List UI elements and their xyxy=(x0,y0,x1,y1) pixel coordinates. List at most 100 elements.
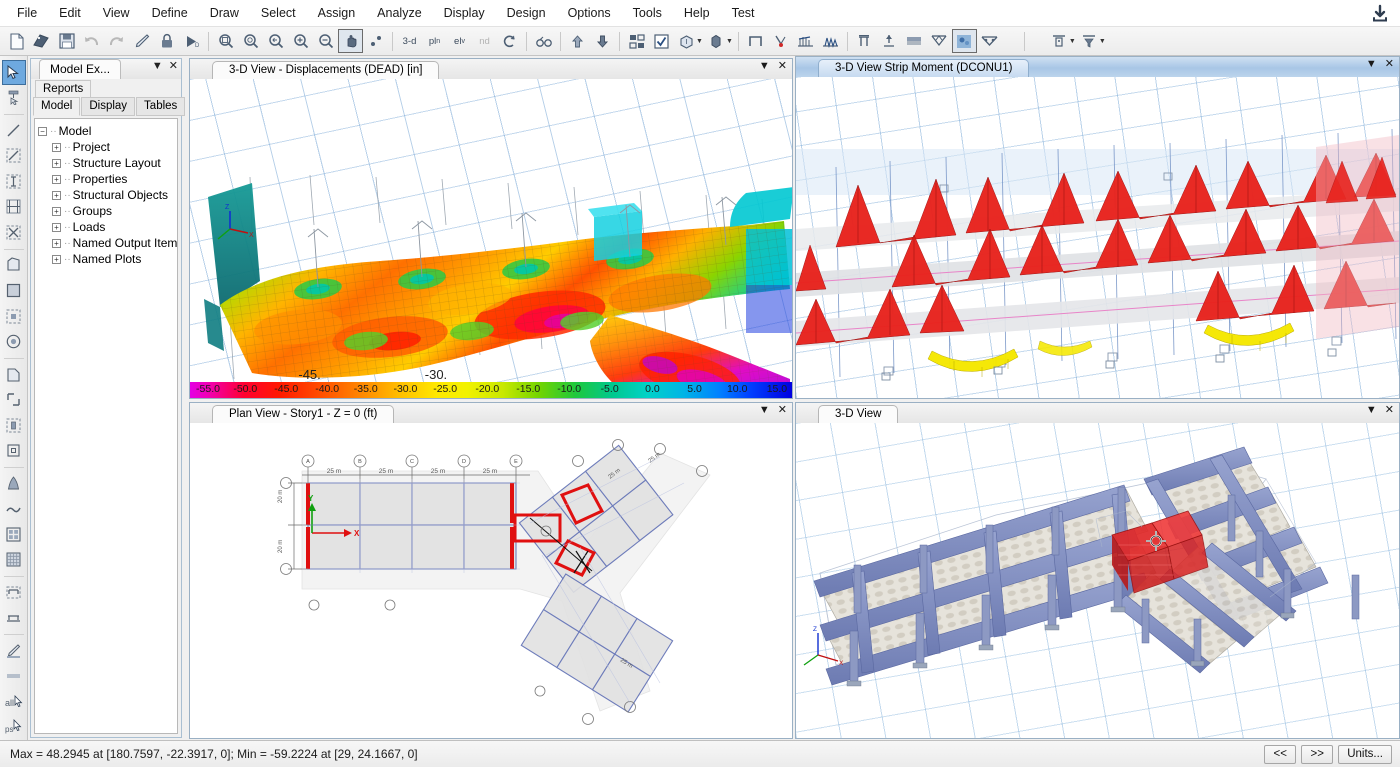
menu-item-tools[interactable]: Tools xyxy=(622,2,673,24)
download-icon[interactable] xyxy=(1370,4,1390,24)
select-by-story-icon[interactable] xyxy=(2,195,26,220)
draw-poly-area-icon[interactable] xyxy=(2,253,26,278)
display-options-dropdown-icon[interactable]: ▼ xyxy=(726,38,733,45)
zoom-previous-icon[interactable] xyxy=(263,29,288,53)
move-up-story-icon[interactable] xyxy=(565,29,590,53)
draw-line-icon[interactable] xyxy=(2,118,26,143)
deselect-all-icon[interactable] xyxy=(2,220,26,245)
menu-item-define[interactable]: Define xyxy=(141,2,199,24)
expand-icon[interactable]: + xyxy=(52,239,61,248)
menu-item-analyze[interactable]: Analyze xyxy=(366,2,432,24)
assign-load-icon[interactable] xyxy=(768,29,793,53)
chevron-down-icon[interactable]: ▼ xyxy=(759,61,770,72)
expand-icon[interactable]: + xyxy=(52,143,61,152)
new-file-icon[interactable] xyxy=(4,29,29,53)
pointer-select-icon[interactable] xyxy=(2,60,26,85)
tree-node-loads[interactable]: +·· Loads xyxy=(38,219,174,235)
menu-item-draw[interactable]: Draw xyxy=(199,2,250,24)
close-icon[interactable]: ✕ xyxy=(1385,59,1394,70)
assign-point-restraint-icon[interactable] xyxy=(2,438,26,463)
assign-beam-icon[interactable] xyxy=(2,606,26,631)
expand-icon[interactable]: + xyxy=(52,223,61,232)
tree-node-model[interactable]: −·· Model xyxy=(38,123,174,139)
view-panel-displacements[interactable]: 3-D View - Displacements (DEAD) [in] ▼ ✕ xyxy=(189,58,793,399)
model-explorer-tab[interactable]: Model Ex... xyxy=(39,59,121,79)
menu-item-design[interactable]: Design xyxy=(496,2,557,24)
chevron-down-icon[interactable]: ▼ xyxy=(1366,405,1377,416)
tree-node-project[interactable]: +·· Project xyxy=(38,139,174,155)
dimension-line-icon[interactable] xyxy=(2,664,26,689)
expand-icon[interactable]: + xyxy=(52,255,61,264)
menu-item-assign[interactable]: Assign xyxy=(307,2,367,24)
lock-icon[interactable] xyxy=(154,29,179,53)
draw-circle-area-icon[interactable] xyxy=(2,329,26,354)
assign-strip-icon[interactable] xyxy=(2,580,26,605)
tree-node-groups[interactable]: +·· Groups xyxy=(38,203,174,219)
select-all-icon[interactable] xyxy=(624,29,649,53)
select-intersecting-icon[interactable] xyxy=(2,169,26,194)
tab-display[interactable]: Display xyxy=(81,97,135,116)
menu-item-help[interactable]: Help xyxy=(673,2,721,24)
menu-item-test[interactable]: Test xyxy=(721,2,766,24)
view-panel-strip-moment[interactable]: 3-D View Strip Moment (DCONU1) ▼ ✕ xyxy=(795,56,1400,399)
show-deformed-icon[interactable] xyxy=(793,29,818,53)
menu-item-options[interactable]: Options xyxy=(557,2,622,24)
show-strip-forces-icon[interactable] xyxy=(902,29,927,53)
tab-model[interactable]: Model xyxy=(33,97,80,116)
strip-moment-view-tab[interactable]: 3-D View Strip Moment (DCONU1) xyxy=(818,59,1029,77)
menu-item-select[interactable]: Select xyxy=(250,2,307,24)
draw-opening-icon[interactable] xyxy=(2,362,26,387)
next-button[interactable]: >> xyxy=(1301,745,1333,764)
tree-node-named-output-items[interactable]: +·· Named Output Items xyxy=(38,235,174,251)
filter-dropdown-icon[interactable]: ▼ xyxy=(1099,38,1106,45)
expand-icon[interactable]: + xyxy=(52,207,61,216)
menu-item-display[interactable]: Display xyxy=(433,2,496,24)
show-joint-react-icon[interactable] xyxy=(877,29,902,53)
draw-reshape-icon[interactable] xyxy=(2,86,26,111)
chevron-down-icon[interactable]: ▼ xyxy=(1366,59,1377,70)
perspective-icon[interactable] xyxy=(531,29,556,53)
draw-rect-area-icon[interactable] xyxy=(2,278,26,303)
close-icon[interactable]: ✕ xyxy=(778,405,787,416)
units-button[interactable]: Units... xyxy=(1338,745,1392,764)
show-mesh-icon[interactable] xyxy=(2,548,26,573)
assign-restraint-icon[interactable] xyxy=(743,29,768,53)
explorer-reports-tab[interactable]: Reports xyxy=(35,80,91,98)
draw-point-object-icon[interactable] xyxy=(2,304,26,329)
open-file-icon[interactable] xyxy=(29,29,54,53)
tab-tables[interactable]: Tables xyxy=(136,97,185,116)
contour-display-icon[interactable] xyxy=(952,29,977,53)
chevron-down-icon[interactable]: ▼ xyxy=(152,61,163,72)
zoom-out-icon[interactable] xyxy=(313,29,338,53)
quick-draw-area-icon[interactable] xyxy=(2,387,26,412)
plan-view-tab[interactable]: Plan View - Story1 - Z = 0 (ft) xyxy=(212,405,394,423)
displacement-legend[interactable]: -55.0 -50.0 -45.0 -40.0 -35.0 -30.0 -25.… xyxy=(190,382,792,398)
zoom-all-icon[interactable] xyxy=(238,29,263,53)
zoom-in-icon[interactable] xyxy=(288,29,313,53)
undo-icon[interactable] xyxy=(79,29,104,53)
menu-item-file[interactable]: File xyxy=(6,2,48,24)
draw-column-icon[interactable] xyxy=(2,413,26,438)
tree-node-structure-layout[interactable]: +·· Structure Layout xyxy=(38,155,174,171)
close-icon[interactable]: ✕ xyxy=(778,61,787,72)
assign-spring-icon[interactable] xyxy=(2,471,26,496)
strip-moment-canvas[interactable] xyxy=(796,77,1399,398)
tree-node-named-plots[interactable]: +·· Named Plots xyxy=(38,251,174,267)
tree-node-structural-objects[interactable]: +·· Structural Objects xyxy=(38,187,174,203)
menu-item-view[interactable]: View xyxy=(92,2,141,24)
rotate-view-icon[interactable] xyxy=(497,29,522,53)
edit-dimension-icon[interactable] xyxy=(2,638,26,663)
chevron-down-icon[interactable]: ▼ xyxy=(759,405,770,416)
view-panel-3d[interactable]: 3-D View ▼ ✕ xyxy=(795,402,1400,739)
run-analysis-icon[interactable]: D xyxy=(179,29,204,53)
model-tree[interactable]: −·· Model +·· Project +·· Structure Layo… xyxy=(34,118,178,734)
expand-icon[interactable]: + xyxy=(52,175,61,184)
save-icon[interactable] xyxy=(54,29,79,53)
select-by-line-icon[interactable] xyxy=(2,144,26,169)
pan-icon[interactable] xyxy=(338,29,363,53)
plan-canvas[interactable]: A B C D E 25 m25 m 25 m25 m 20 m xyxy=(190,423,792,738)
tree-node-properties[interactable]: +·· Properties xyxy=(38,171,174,187)
section-cut-icon[interactable] xyxy=(977,29,1002,53)
collapse-icon[interactable]: − xyxy=(38,127,47,136)
close-icon[interactable]: ✕ xyxy=(1385,405,1394,416)
